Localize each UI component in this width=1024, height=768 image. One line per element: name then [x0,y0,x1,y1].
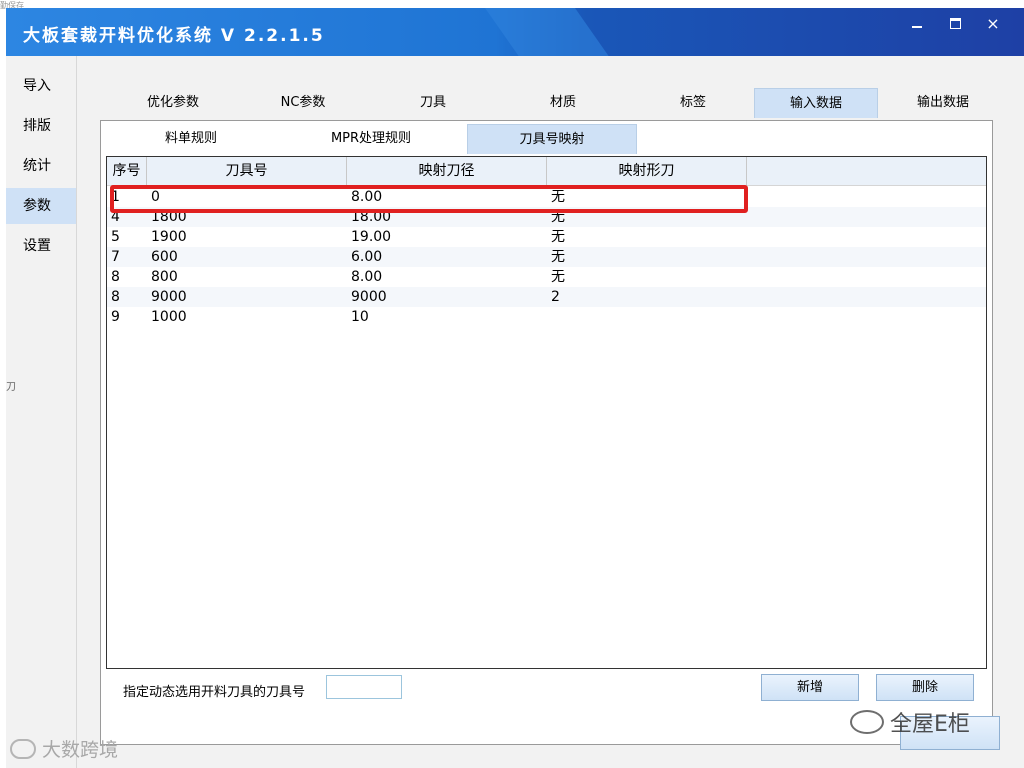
tab-tools[interactable]: 刀具 [378,88,488,118]
subtab-order-rules[interactable]: 料单规则 [121,124,261,154]
add-button[interactable]: 新增 [761,674,859,701]
cell-tool-number: 9000 [151,289,187,305]
cell-mapped-profile-tool: 无 [551,189,565,205]
cell-index: 9 [111,309,120,325]
title-bar-decoration [477,8,625,56]
title-bar: 大板套裁开料优化系统 V 2.2.1.5 × [6,8,1024,56]
sidebar-item-settings[interactable]: 设置 [6,228,76,264]
wechat-icon [850,710,884,734]
cell-index: 1 [111,189,120,205]
watermark-right: 全屋E柜 [850,706,970,738]
cell-mapped-diameter: 9000 [351,289,387,305]
cell-mapped-diameter: 19.00 [351,229,392,245]
tab-output-data[interactable]: 输出数据 [888,88,998,118]
table-row[interactable]: 8 9000 9000 2 [107,287,986,307]
watermark-left: 大数跨境 [10,735,118,762]
subtab-mpr-rules[interactable]: MPR处理规则 [301,124,441,154]
maximize-icon [949,17,961,29]
header-mapped-diameter[interactable]: 映射刀径 [347,157,547,185]
table-row[interactable]: 1 0 8.00 无 [107,187,986,207]
table-row[interactable]: 9 1000 10 [107,307,986,327]
table-header: 序号 刀具号 映射刀径 映射形刀 [107,157,986,186]
cell-mapped-profile-tool: 无 [551,269,565,285]
cell-mapped-diameter: 6.00 [351,249,383,265]
sidebar-item-layout[interactable]: 排版 [6,108,76,144]
main-content: 优化参数 NC参数 刀具 材质 标签 输入数据 输出数据 料单规则 MPR处理规… [78,56,1024,768]
cell-index: 8 [111,289,120,305]
sidebar-item-parameters[interactable]: 参数 [6,188,76,224]
close-icon: × [986,13,1000,33]
watermark-logo-icon [10,738,36,759]
cell-mapped-profile-tool: 无 [551,209,565,225]
minimize-button[interactable] [904,12,930,34]
watermark-right-text: 全屋E柜 [890,712,970,737]
table-row[interactable]: 4 1800 18.00 无 [107,207,986,227]
cell-mapped-profile-tool: 2 [551,289,560,305]
input-data-panel: 料单规则 MPR处理规则 刀具号映射 序号 刀具号 映射刀径 映射形刀 1 0 … [100,120,993,745]
cell-mapped-diameter: 10 [351,309,369,325]
cell-tool-number: 1900 [151,229,187,245]
dynamic-tool-number-input[interactable] [326,675,402,699]
tab-material[interactable]: 材质 [508,88,618,118]
cell-tool-number: 0 [151,189,160,205]
tab-nc-params[interactable]: NC参数 [248,88,358,118]
close-button[interactable]: × [980,12,1006,34]
table-row[interactable]: 7 600 6.00 无 [107,247,986,267]
minimize-icon [912,26,922,28]
cell-tool-number: 800 [151,269,178,285]
cell-mapped-diameter: 8.00 [351,269,383,285]
sidebar: 导入 排版 统计 参数 设置 [6,56,77,768]
table-row[interactable]: 8 800 8.00 无 [107,267,986,287]
cell-index: 7 [111,249,120,265]
cell-mapped-profile-tool: 无 [551,249,565,265]
subtab-tool-number-mapping[interactable]: 刀具号映射 [467,124,637,154]
tab-optimization-params[interactable]: 优化参数 [118,88,228,118]
table-row[interactable]: 5 1900 19.00 无 [107,227,986,247]
header-tool-number[interactable]: 刀具号 [147,157,347,185]
delete-button[interactable]: 删除 [876,674,974,701]
maximize-button[interactable] [942,12,968,34]
header-index[interactable]: 序号 [107,157,147,185]
cell-mapped-diameter: 8.00 [351,189,383,205]
app-window: 大板套裁开料优化系统 V 2.2.1.5 × 导入 排版 统计 参数 设置 优化… [6,8,1024,768]
cell-tool-number: 600 [151,249,178,265]
tab-labels[interactable]: 标签 [638,88,748,118]
edge-glyph: 刀 [6,382,16,393]
cell-tool-number: 1800 [151,209,187,225]
tab-input-data[interactable]: 输入数据 [754,88,878,118]
sidebar-item-import[interactable]: 导入 [6,68,76,104]
cell-index: 8 [111,269,120,285]
cell-tool-number: 1000 [151,309,187,325]
cell-mapped-profile-tool: 无 [551,229,565,245]
watermark-left-text: 大数跨境 [42,739,119,761]
cell-mapped-diameter: 18.00 [351,209,392,225]
cell-index: 5 [111,229,120,245]
tool-mapping-table: 序号 刀具号 映射刀径 映射形刀 1 0 8.00 无 4 1800 18.00… [106,156,987,669]
sidebar-item-statistics[interactable]: 统计 [6,148,76,184]
app-title: 大板套裁开料优化系统 V 2.2.1.5 [23,26,325,46]
header-mapped-profile-tool[interactable]: 映射形刀 [547,157,747,185]
cell-index: 4 [111,209,120,225]
dynamic-tool-label: 指定动态选用开料刀具的刀具号 [123,685,306,700]
